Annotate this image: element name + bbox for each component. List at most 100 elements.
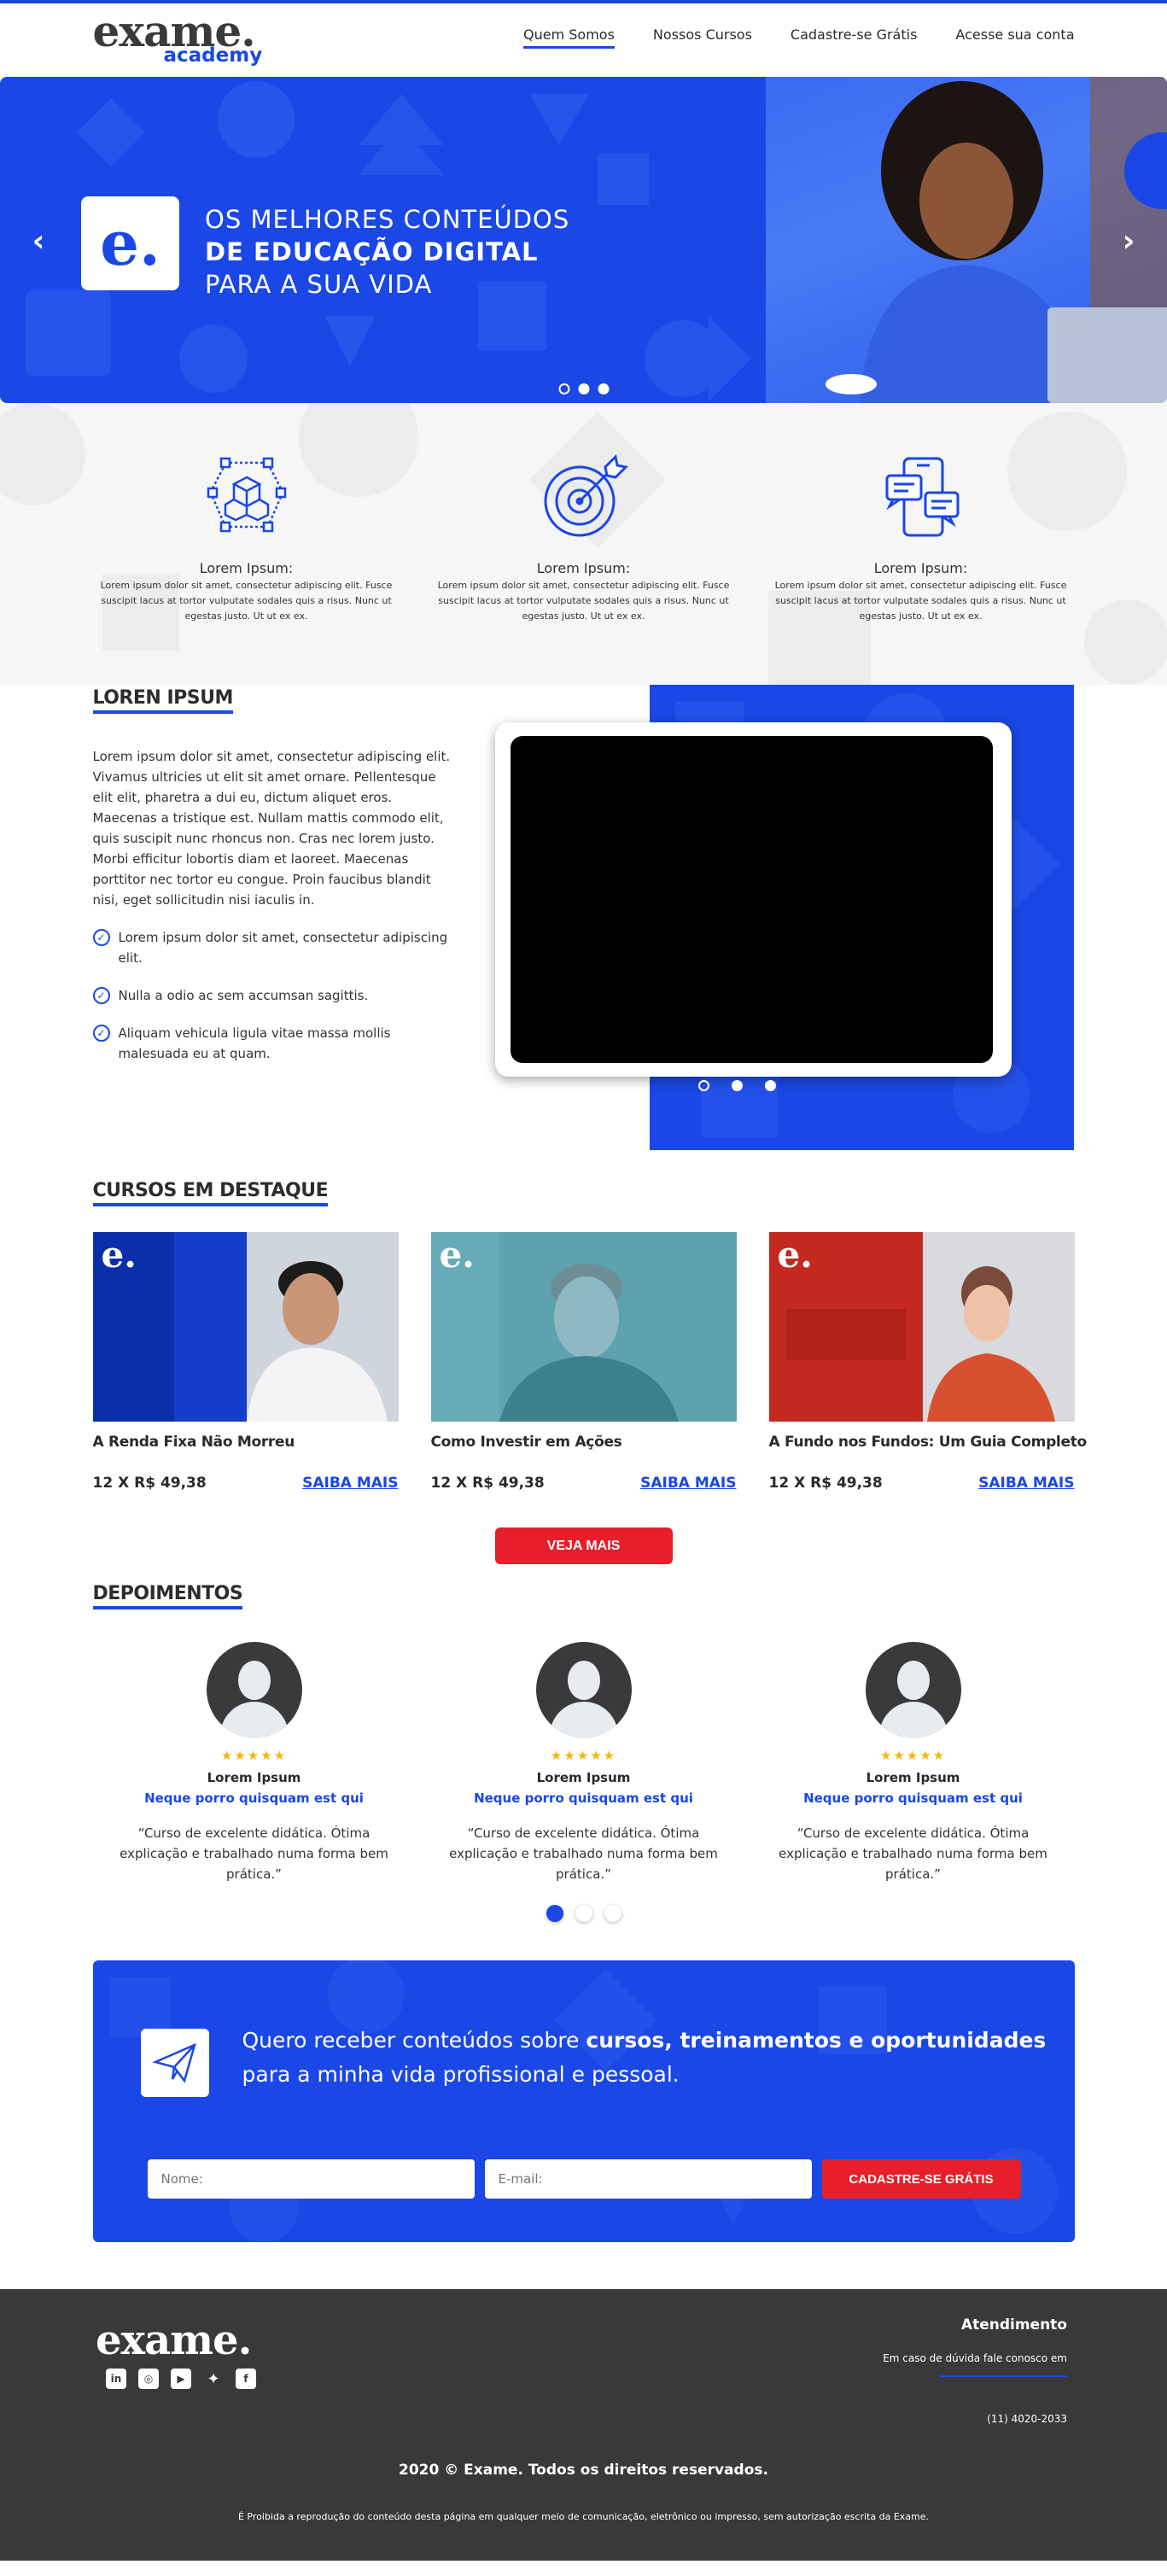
footer-service-text: Em caso de dúvida fale conosco em bbox=[883, 2352, 1067, 2364]
about-dot-2[interactable] bbox=[732, 1080, 743, 1091]
chevron-left-icon[interactable]: ‹ bbox=[26, 224, 51, 259]
course-thumbnail[interactable]: e. bbox=[430, 1232, 737, 1422]
testimonial-quote: “Curso de excelente didática. Ótima expl… bbox=[449, 1825, 718, 1882]
course-thumbnail[interactable]: e. bbox=[768, 1232, 1075, 1422]
newsletter-box: Quero receber conteúdos sobre cursos, tr… bbox=[92, 1960, 1075, 2242]
check-circle-icon: ✓ bbox=[92, 1025, 110, 1042]
course-title[interactable]: A Fundo nos Fundos: Um Guia Completo bbox=[769, 1434, 1088, 1451]
courses-section: CURSOS EM DESTAQUE e. A Renda Fixa Não M… bbox=[0, 1180, 1167, 1564]
nav-nossos-cursos[interactable]: Nossos Cursos bbox=[653, 26, 752, 49]
testimonial-quote: “Curso de excelente didática. Ótima expl… bbox=[779, 1825, 1047, 1882]
linkedin-icon[interactable]: in bbox=[106, 2369, 126, 2389]
name-field[interactable] bbox=[147, 2159, 475, 2199]
course-price: 12 X R$ 49,38 bbox=[430, 1475, 545, 1492]
site-header: exame. academy Quem Somos Nossos Cursos … bbox=[0, 3, 1167, 72]
course-card[interactable]: e. Como Investir em Ações 12 X R$ 49,38 … bbox=[430, 1232, 737, 1492]
course-grid: e. A Renda Fixa Não Morreu 12 X R$ 49,38… bbox=[92, 1232, 1088, 1492]
hero-line-3: PARA A SUA VIDA bbox=[205, 270, 433, 299]
feature-text: Lorem ipsum dolor sit amet, consectetur … bbox=[100, 580, 393, 622]
site-logo[interactable]: exame. academy bbox=[93, 8, 264, 67]
testimonial-card: ★★★★★ Lorem Ipsum Neque porro quisquam e… bbox=[443, 1642, 725, 1884]
testimonial-dot-3[interactable] bbox=[604, 1905, 621, 1922]
site-footer: exame. in ◎ ▶ ✦ f Atendimento Em caso de… bbox=[0, 2289, 1167, 2561]
boxes-network-icon bbox=[207, 457, 286, 533]
saiba-mais-link[interactable]: SAIBA MAIS bbox=[978, 1475, 1074, 1492]
course-price: 12 X R$ 49,38 bbox=[92, 1475, 207, 1492]
course-title[interactable]: A Renda Fixa Não Morreu bbox=[93, 1434, 399, 1451]
newsletter-text-bold: cursos, treinamentos e oportunidades bbox=[586, 2028, 1047, 2053]
testimonials-title: DEPOIMENTOS bbox=[92, 1583, 243, 1609]
nav-quem-somos[interactable]: Quem Somos bbox=[523, 26, 615, 49]
saiba-mais-link[interactable]: SAIBA MAIS bbox=[640, 1475, 736, 1492]
feature-item: Lorem Ipsum: Lorem ipsum dolor sit amet,… bbox=[767, 450, 1075, 624]
course-badge: e. bbox=[439, 1234, 475, 1276]
hero-dot-2[interactable] bbox=[578, 383, 589, 394]
footer-copyright: 2020 © Exame. Todos os direitos reservad… bbox=[399, 2462, 768, 2479]
newsletter-headline: Quero receber conteúdos sobre cursos, tr… bbox=[242, 2024, 1047, 2092]
instagram-icon[interactable]: ◎ bbox=[138, 2369, 159, 2389]
hero-line-2: DE EDUCAÇÃO DIGITAL bbox=[205, 237, 539, 266]
star-rating-icon: ★★★★★ bbox=[550, 1748, 617, 1763]
twitter-icon[interactable]: ✦ bbox=[203, 2369, 224, 2389]
logo-subtitle: academy bbox=[163, 44, 263, 67]
newsletter-text-line2: para a minha vida profissional e pessoal… bbox=[242, 2062, 680, 2087]
course-badge: e. bbox=[101, 1234, 137, 1276]
testimonial-role: Neque porro quisquam est qui bbox=[803, 1790, 1023, 1806]
email-field[interactable] bbox=[484, 2159, 812, 2199]
social-links: in ◎ ▶ ✦ f bbox=[106, 2369, 256, 2389]
main-nav: Quem Somos Nossos Cursos Cadastre-se Grá… bbox=[523, 26, 1075, 49]
saiba-mais-link[interactable]: SAIBA MAIS bbox=[302, 1475, 398, 1492]
feature-item: Lorem Ipsum: Lorem ipsum dolor sit amet,… bbox=[430, 450, 738, 624]
check-list-text: Aliquam vehicula ligula vitae massa moll… bbox=[118, 1025, 391, 1061]
testimonial-quote: “Curso de excelente didática. Ótima expl… bbox=[120, 1825, 388, 1882]
youtube-icon[interactable]: ▶ bbox=[171, 2369, 191, 2389]
feature-title: Lorem Ipsum: bbox=[873, 560, 968, 576]
cadastre-se-button[interactable]: CADASTRE-SE GRÁTIS bbox=[821, 2159, 1021, 2199]
courses-title: CURSOS EM DESTAQUE bbox=[92, 1180, 329, 1206]
testimonial-name: Lorem Ipsum bbox=[207, 1770, 301, 1785]
about-dot-3[interactable] bbox=[765, 1080, 776, 1091]
course-card[interactable]: e. A Renda Fixa Não Morreu 12 X R$ 49,38… bbox=[92, 1232, 399, 1492]
testimonials-carousel-dots bbox=[93, 1905, 1075, 1922]
testimonials-grid: ★★★★★ Lorem Ipsum Neque porro quisquam e… bbox=[93, 1642, 1075, 1884]
nav-acesse-conta[interactable]: Acesse sua conta bbox=[955, 26, 1074, 49]
feature-title: Lorem Ipsum: bbox=[199, 560, 294, 576]
testimonial-card: ★★★★★ Lorem Ipsum Neque porro quisquam e… bbox=[773, 1642, 1054, 1884]
avatar bbox=[535, 1642, 632, 1738]
star-rating-icon: ★★★★★ bbox=[220, 1748, 288, 1763]
paper-plane-icon bbox=[140, 2029, 209, 2097]
check-list-item: ✓ Nulla a odio ac sem accumsan sagittis. bbox=[92, 985, 452, 1006]
footer-email-link[interactable] bbox=[939, 2375, 1067, 2377]
hero-banner: e. OS MELHORES CONTEÚDOS DE EDUCAÇÃO DIG… bbox=[0, 77, 1167, 403]
target-arrow-icon bbox=[544, 453, 628, 537]
veja-mais-button[interactable]: VEJA MAIS bbox=[494, 1527, 673, 1564]
course-title[interactable]: Como Investir em Ações bbox=[431, 1434, 737, 1451]
course-thumbnail[interactable]: e. bbox=[92, 1232, 399, 1422]
course-price: 12 X R$ 49,38 bbox=[768, 1475, 883, 1492]
about-section: LOREN IPSUM Lorem ipsum dolor sit amet, … bbox=[0, 685, 1167, 1150]
footer-logo[interactable]: exame. bbox=[96, 2316, 252, 2364]
avatar bbox=[206, 1642, 302, 1738]
check-circle-icon: ✓ bbox=[92, 929, 110, 946]
check-circle-icon: ✓ bbox=[92, 987, 110, 1004]
facebook-icon[interactable]: f bbox=[236, 2369, 256, 2389]
hero-carousel-dots bbox=[558, 383, 609, 394]
hero-line-1: OS MELHORES CONTEÚDOS bbox=[205, 205, 570, 234]
nav-cadastre-se[interactable]: Cadastre-se Grátis bbox=[791, 26, 918, 49]
about-carousel-dots bbox=[698, 1080, 776, 1091]
course-card[interactable]: e. A Fundo nos Fundos: Um Guia Completo … bbox=[768, 1232, 1088, 1492]
testimonial-role: Neque porro quisquam est qui bbox=[474, 1790, 693, 1806]
feature-title: Lorem Ipsum: bbox=[536, 560, 631, 576]
hero-logo-badge: e. bbox=[81, 196, 179, 290]
video-player[interactable] bbox=[511, 736, 993, 1063]
newsletter-text: Quero receber conteúdos sobre bbox=[242, 2028, 586, 2053]
about-dot-1[interactable] bbox=[698, 1080, 709, 1091]
testimonial-dot-1[interactable] bbox=[546, 1905, 563, 1922]
hero-dot-3[interactable] bbox=[598, 383, 609, 394]
testimonial-dot-2[interactable] bbox=[575, 1905, 592, 1922]
feature-text: Lorem ipsum dolor sit amet, consectetur … bbox=[437, 580, 730, 622]
about-text: Lorem ipsum dolor sit amet, consectetur … bbox=[92, 749, 451, 908]
check-list-text: Lorem ipsum dolor sit amet, consectetur … bbox=[118, 930, 448, 966]
hero-dot-1[interactable] bbox=[558, 383, 569, 394]
chevron-right-icon[interactable]: › bbox=[1116, 224, 1141, 259]
